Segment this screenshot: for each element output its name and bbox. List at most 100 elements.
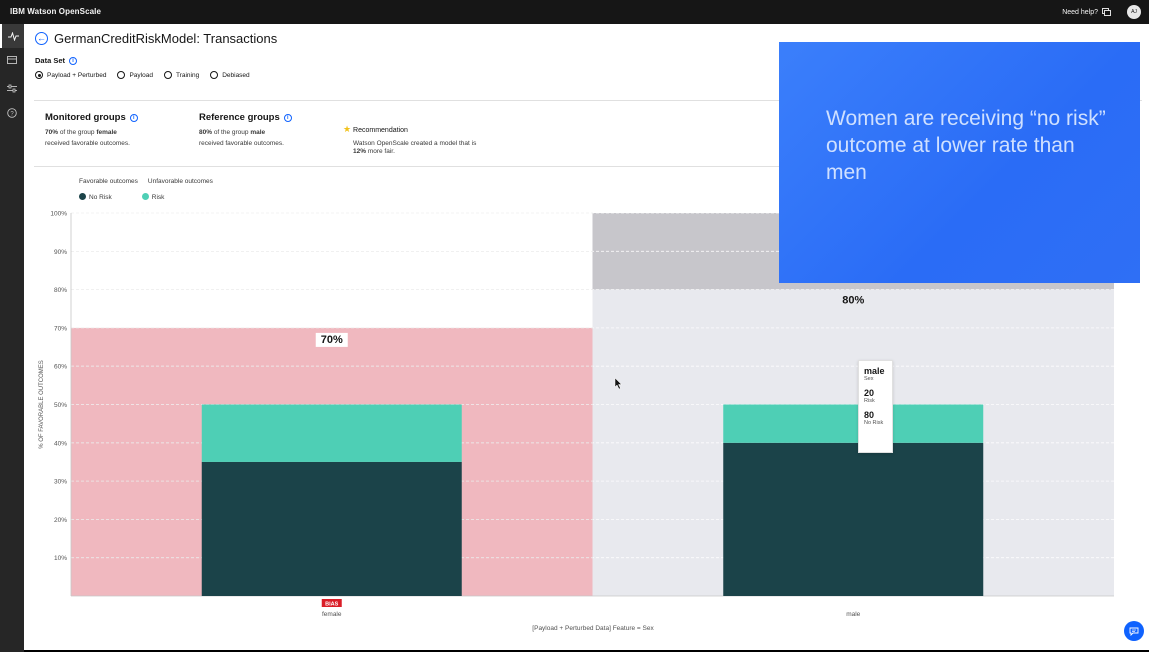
page-header: ← GermanCreditRiskModel: Transactions <box>35 31 277 46</box>
legend-label: No Risk <box>89 194 112 201</box>
info-icon[interactable]: i <box>69 56 78 65</box>
y-tick-label: 30% <box>54 479 67 486</box>
x-tick-label: male <box>846 611 860 618</box>
recommendation-pct: 12% <box>353 148 367 155</box>
svg-text:?: ? <box>10 111 14 117</box>
legend-swatch-no-risk <box>79 193 86 200</box>
reference-group: male <box>250 129 266 136</box>
brand-product: Watson OpenScale <box>24 7 102 16</box>
nav-configure[interactable] <box>0 76 24 100</box>
monitored-summary: 70% of the group female <box>45 127 138 138</box>
annotation-text: Women are receiving “no risk” outcome at… <box>826 107 1106 184</box>
recommendation-heading[interactable]: ★ Recommendation <box>343 124 408 135</box>
recommendation-text: Watson OpenScale created a model that is… <box>353 140 503 156</box>
nav-insights[interactable] <box>0 24 24 48</box>
app-brand[interactable]: IBM Watson OpenScale <box>10 7 101 16</box>
tooltip-norisk-label: No Risk <box>864 420 884 426</box>
reference-summary: 80% of the group male <box>199 127 292 138</box>
legend-item-no-risk[interactable]: No Risk <box>79 193 112 201</box>
favorable-pct-label-female: 70% <box>321 334 343 346</box>
star-icon: ★ <box>343 124 352 134</box>
monitored-rest: received favorable outcomes. <box>45 140 130 147</box>
y-tick-label: 20% <box>54 517 67 524</box>
recommendation-label: Recommendation <box>353 127 408 134</box>
legend-favorable-header: Favorable outcomes <box>79 178 138 185</box>
info-icon[interactable]: i <box>129 113 138 122</box>
radio-training[interactable]: Training <box>163 71 200 79</box>
x-tick-label: female <box>322 611 342 618</box>
tooltip-feature: Sex <box>864 376 874 382</box>
radio-payload-perturbed[interactable]: Payload + Perturbed <box>35 71 106 79</box>
window-icon <box>7 56 17 64</box>
legend-swatch-risk <box>141 193 149 200</box>
back-arrow-icon[interactable]: ← <box>35 32 48 45</box>
radio-unchecked-icon <box>117 71 126 79</box>
side-nav: ? <box>0 24 24 652</box>
bias-badge-text: BIAS <box>325 601 338 607</box>
legend-label: Risk <box>151 194 165 201</box>
chart-tooltip: male Sex 20 Risk 80 No Risk <box>858 360 893 453</box>
help-icon: ? <box>7 108 17 118</box>
dataset-heading: Data Set i <box>35 56 78 65</box>
reference-groups-card: Reference groups i 80% of the group male … <box>199 112 292 149</box>
legend-item-risk[interactable]: Risk <box>141 193 165 201</box>
sliders-icon <box>7 84 17 92</box>
y-tick-label: 10% <box>54 555 67 562</box>
radio-label: Debiased <box>222 71 250 79</box>
recommendation-line2: more fair. <box>366 148 395 155</box>
reference-pct: 80% <box>199 129 213 136</box>
radio-unchecked-icon <box>210 71 219 79</box>
bar-risk-female <box>201 404 462 462</box>
radio-label: Training <box>175 71 200 79</box>
radio-checked-icon <box>35 71 43 79</box>
legend-unfavorable-header: Unfavorable outcomes <box>147 178 213 185</box>
tooltip-group: male <box>864 366 885 376</box>
monitored-group: female <box>96 129 117 136</box>
y-tick-label: 90% <box>54 249 67 256</box>
y-tick-label: 50% <box>54 402 67 409</box>
y-tick-label: 70% <box>54 325 67 332</box>
tooltip-risk-value: 20 <box>864 388 875 398</box>
y-tick-label: 40% <box>54 440 67 447</box>
radio-unchecked-icon <box>163 71 172 79</box>
reference-rest: received favorable outcomes. <box>199 140 284 147</box>
reference-title: Reference groups <box>199 112 280 123</box>
monitored-title: Monitored groups <box>45 112 126 123</box>
radio-debiased[interactable]: Debiased <box>210 71 250 79</box>
info-icon[interactable]: i <box>283 113 292 122</box>
chat-icon <box>1129 627 1139 636</box>
user-avatar[interactable]: AJ <box>1127 5 1141 19</box>
help-link[interactable]: Need help? <box>1062 8 1111 16</box>
radio-label: Payload + Perturbed <box>47 71 107 79</box>
main-content: ← GermanCreditRiskModel: Transactions Da… <box>24 24 1149 650</box>
favorable-pct-label-male: 80% <box>842 295 864 307</box>
top-bar: IBM Watson OpenScale Need help? AJ <box>0 0 1149 24</box>
brand-ibm: IBM <box>10 7 25 16</box>
monitored-groups-card: Monitored groups i 70% of the group femal… <box>45 112 138 149</box>
y-axis-label: % OF FAVORABLE OUTCOMES <box>39 360 45 449</box>
recommendation-line1: Watson OpenScale created a model that is <box>353 140 477 147</box>
bar-no-risk-female <box>201 461 462 596</box>
bar-risk-male <box>723 404 984 443</box>
monitored-pct: 70% <box>45 129 59 136</box>
monitored-mid: of the group <box>58 129 97 136</box>
chart-legend: Favorable outcomes Unfavorable outcomes … <box>79 178 213 201</box>
help-label: Need help? <box>1062 8 1098 16</box>
x-axis-label: [Payload + Perturbed Data] Feature = Sex <box>532 625 654 632</box>
nav-help[interactable]: ? <box>0 101 24 125</box>
bar-no-risk-male <box>723 442 984 596</box>
radio-label: Payload <box>129 71 153 79</box>
radio-payload[interactable]: Payload <box>117 71 153 79</box>
reference-mid: of the group <box>212 129 251 136</box>
y-tick-label: 60% <box>54 364 67 371</box>
chat-button[interactable] <box>1124 621 1144 641</box>
page-title: GermanCreditRiskModel: Transactions <box>54 31 278 46</box>
y-tick-label: 80% <box>54 287 67 294</box>
tooltip-risk-label: Risk <box>864 398 875 404</box>
annotation-overlay: Women are receiving “no risk” outcome at… <box>779 42 1140 283</box>
dataset-label: Data Set <box>35 56 66 65</box>
nav-explain[interactable] <box>0 48 24 72</box>
tooltip-norisk-value: 80 <box>864 410 875 420</box>
chat-help-icon <box>1102 8 1111 16</box>
dataset-radio-group: Payload + Perturbed Payload Training Deb… <box>35 71 250 79</box>
